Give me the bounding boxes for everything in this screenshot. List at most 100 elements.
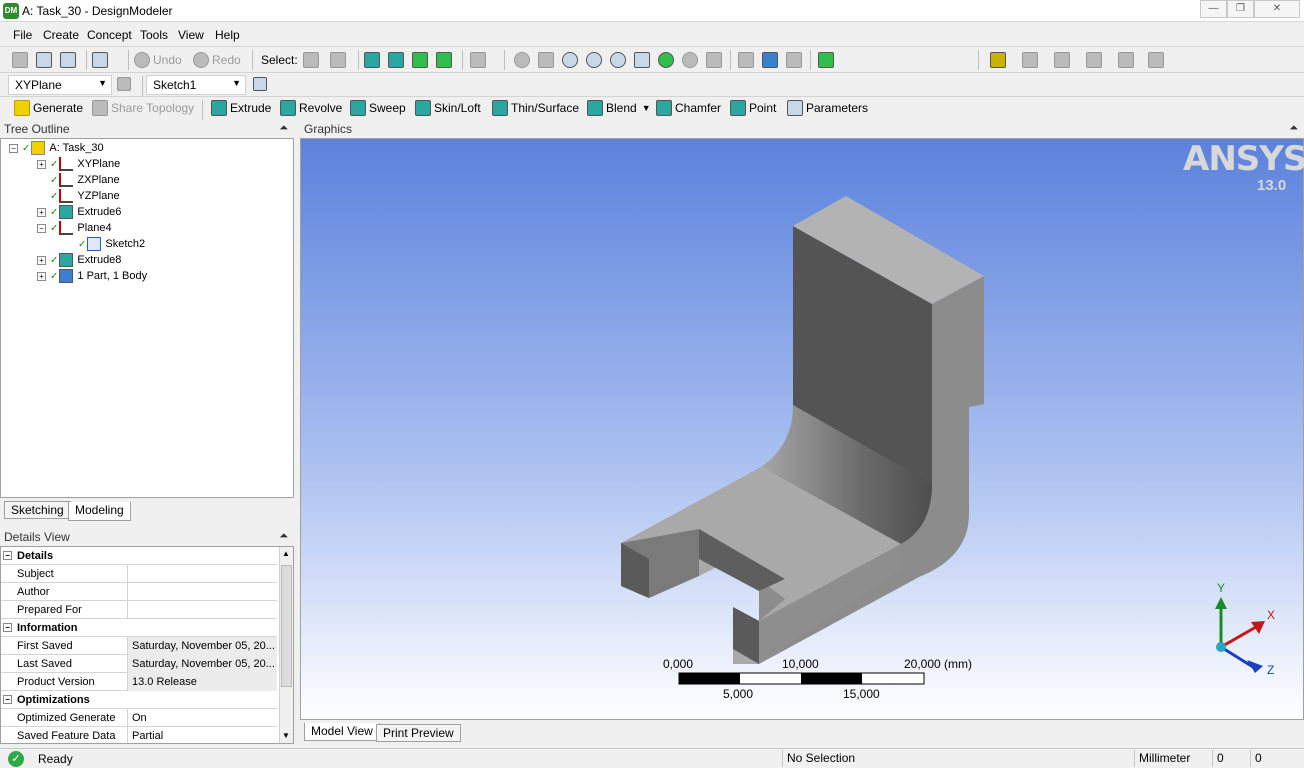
tree-node-extrude6[interactable]: + ✓ Extrude6 [37,204,121,220]
thin-surface-button[interactable]: Thin/Surface [492,97,579,119]
tree-node-plane4[interactable]: − ✓ Plane4 [37,220,112,236]
blend-button[interactable]: Blend ▼ [587,97,651,119]
maximize-button[interactable]: ❐ [1227,0,1254,18]
collapse-icon[interactable]: − [3,695,12,704]
zoom-box-icon[interactable] [586,49,605,71]
display-model-icon[interactable] [762,49,781,71]
select-edges-icon[interactable] [388,49,407,71]
collapse-icon[interactable]: − [3,623,12,632]
details-value[interactable]: Saturday, November 05, 20... [127,637,277,655]
display-planes-icon[interactable] [738,49,757,71]
tree-node-sketch2[interactable]: ✓ Sketch2 [78,236,145,252]
details-row[interactable]: Optimized Generate On [1,709,277,727]
menu-help[interactable]: Help [215,28,240,42]
details-value[interactable] [127,565,277,583]
tab-modeling[interactable]: Modeling [68,502,131,521]
redo-button[interactable]: Redo [193,49,241,71]
pin-icon[interactable]: ⏶ [279,122,288,135]
display-points-icon[interactable] [786,49,805,71]
tab-print-preview[interactable]: Print Preview [376,724,461,742]
plane-dropdown[interactable]: XYPlane ▼ [8,75,112,95]
details-value[interactable]: Partial [127,727,277,743]
details-value[interactable]: On [127,709,277,727]
expand-icon[interactable]: + [37,207,46,217]
sketch-dropdown[interactable]: Sketch1 ▼ [146,75,246,95]
parameters-button[interactable]: Parameters [787,97,868,119]
details-value[interactable] [127,601,277,619]
part-body[interactable] [621,196,984,664]
triad[interactable] [1215,597,1265,673]
rotate-icon[interactable] [514,49,533,71]
details-row[interactable]: Last Saved Saturday, November 05, 20... [1,655,277,673]
tree-node-zxplane[interactable]: ✓ ZXPlane [50,172,120,188]
collapse-icon[interactable]: − [9,143,18,153]
details-section[interactable]: − Details [1,547,277,565]
details-row[interactable]: Prepared For [1,601,277,619]
details-value[interactable] [127,583,277,601]
model-canvas[interactable] [301,139,1304,721]
select-filter-icon[interactable] [330,49,349,71]
graphics-viewport[interactable]: ANSYS 13.0 0,000 10,000 20,000 (mm) 5,00… [300,138,1304,720]
save-icon[interactable] [36,49,55,71]
details-row[interactable]: Subject [1,565,277,583]
expand-icon[interactable]: + [37,271,46,281]
zoom-fit-icon[interactable] [610,49,629,71]
edge-x-icon[interactable] [1148,49,1167,71]
collapse-icon[interactable]: − [3,551,12,560]
details-row[interactable]: First Saved Saturday, November 05, 20... [1,637,277,655]
pan-icon[interactable] [538,49,557,71]
iso-view-icon[interactable] [706,49,725,71]
menu-create[interactable]: Create [43,28,79,42]
revolve-button[interactable]: Revolve [280,97,342,119]
tree-node-parts[interactable]: + ✓ 1 Part, 1 Body [37,268,147,284]
select-points-icon[interactable] [364,49,383,71]
select-faces-icon[interactable] [412,49,431,71]
screenshot-icon[interactable] [92,49,111,71]
details-row[interactable]: Product Version 13.0 Release [1,673,277,691]
zoom-icon[interactable] [562,49,581,71]
details-row[interactable]: Saved Feature Data Partial [1,727,277,743]
share-topology-button[interactable]: Share Topology [92,97,194,119]
menu-concept[interactable]: Concept [87,28,132,42]
menu-file[interactable]: File [13,28,32,42]
status-units[interactable]: Millimeter [1134,750,1212,767]
details-scrollbar[interactable]: ▲ ▼ [279,547,293,743]
generate-button[interactable]: Generate [14,97,83,119]
pin-icon[interactable]: ⏶ [279,530,288,543]
point-button[interactable]: Point [730,97,776,119]
new-plane-icon[interactable] [117,73,134,95]
edge-3-icon[interactable] [1118,49,1137,71]
extrude-button[interactable]: Extrude [211,97,271,119]
new-icon[interactable] [12,49,31,71]
minimize-button[interactable]: — [1200,0,1227,18]
tree-node-xyplane[interactable]: + ✓ XYPlane [37,156,120,172]
details-value[interactable]: Saturday, November 05, 20... [127,655,277,673]
zoom-out-icon[interactable] [682,49,701,71]
zoom-window-icon[interactable] [634,49,653,71]
sweep-button[interactable]: Sweep [350,97,406,119]
expand-icon[interactable]: + [37,255,46,265]
extend-selection-icon[interactable] [470,49,489,71]
tree-node-extrude8[interactable]: + ✓ Extrude8 [37,252,121,268]
collapse-icon[interactable]: − [37,223,46,233]
edge-1-icon[interactable] [1054,49,1073,71]
undo-button[interactable]: Undo [134,49,182,71]
save-as-icon[interactable] [60,49,79,71]
close-button[interactable]: ✕ [1254,0,1300,18]
zoom-in-icon[interactable] [658,49,677,71]
select-bodies-icon[interactable] [436,49,455,71]
edge-joint-icon[interactable] [1022,49,1041,71]
tree-node-root[interactable]: − ✓ A: Task_30 [9,140,104,156]
pin-icon[interactable]: ⏶ [1289,122,1298,135]
menu-tools[interactable]: Tools [140,28,168,42]
select-mode-icon[interactable] [303,49,322,71]
details-row[interactable]: Author [1,583,277,601]
tab-sketching[interactable]: Sketching [4,501,71,519]
scroll-down-icon[interactable]: ▼ [282,731,290,740]
details-section[interactable]: − Information [1,619,277,637]
new-sketch-icon[interactable] [253,73,270,95]
tree-node-yzplane[interactable]: ✓ YZPlane [50,188,120,204]
skin-loft-button[interactable]: Skin/Loft [415,97,481,119]
details-section[interactable]: − Optimizations [1,691,277,709]
scroll-up-icon[interactable]: ▲ [282,549,290,558]
